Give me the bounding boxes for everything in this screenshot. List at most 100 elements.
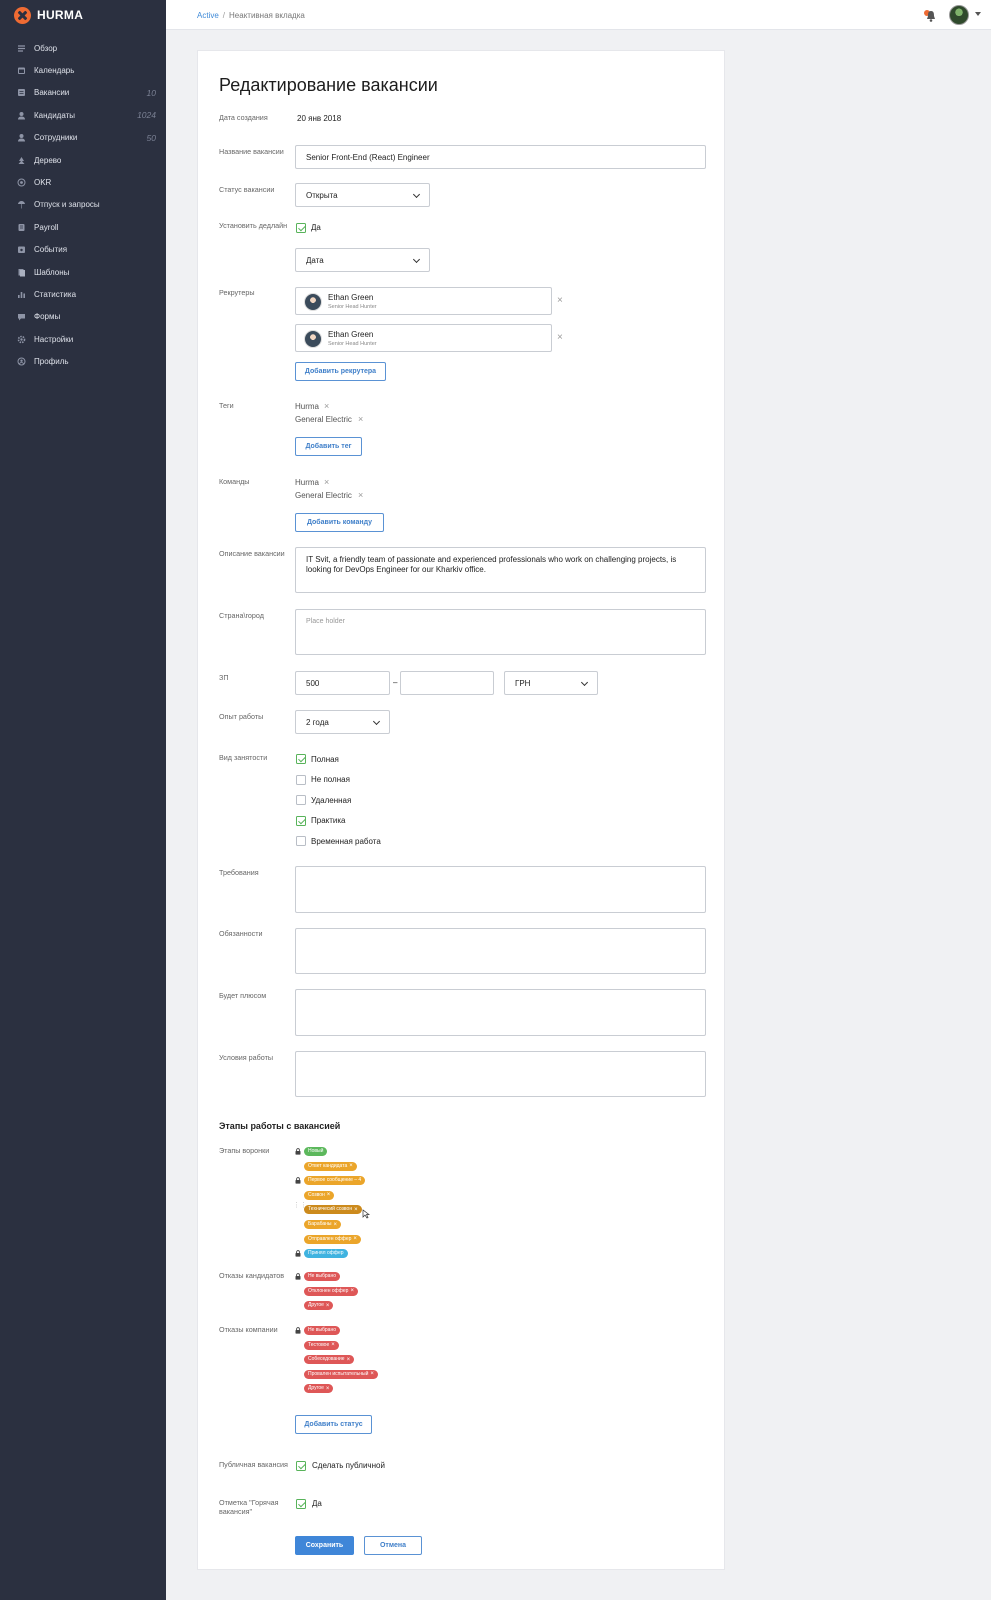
sidebar-item-employees[interactable]: Сотрудники 50 — [0, 127, 166, 149]
sidebar-item-events[interactable]: События — [0, 239, 166, 261]
statistics-icon — [17, 290, 26, 299]
vacancy-edit-form: Редактирование вакансии Дата создания 20… — [197, 50, 725, 1570]
description-textarea[interactable]: IT Svit, a friendly team of passionate a… — [295, 547, 706, 593]
remove-status-close-icon[interactable]: × — [331, 1342, 335, 1348]
funnel-stage-pill[interactable]: Созвон × — [304, 1190, 335, 1200]
sidebar-item-calendar[interactable]: Календарь — [0, 59, 166, 81]
remove-status-close-icon[interactable]: × — [349, 1163, 353, 1169]
sidebar-item-statistics[interactable]: Статистика — [0, 283, 166, 305]
lock-icon — [295, 1148, 301, 1155]
company-refusal-pill[interactable]: Собеседование × — [304, 1355, 355, 1365]
cancel-button[interactable]: Отмена — [364, 1536, 422, 1555]
sidebar-item-candidates[interactable]: Кандидаты 1024 — [0, 104, 166, 126]
remove-tag-close-icon[interactable]: × — [324, 402, 329, 411]
deadline-checkbox[interactable] — [296, 223, 306, 233]
remove-status-close-icon[interactable]: × — [353, 1236, 357, 1242]
breadcrumb-active-link[interactable]: Active — [197, 11, 219, 20]
candidate-refusal-pill[interactable]: Отклонен оффер × — [304, 1286, 358, 1296]
remove-status-close-icon[interactable]: × — [326, 1386, 330, 1392]
conditions-textarea[interactable] — [295, 1051, 706, 1097]
logo[interactable]: HURMA — [0, 0, 166, 30]
duties-textarea[interactable] — [295, 928, 706, 974]
vacancy-name-input[interactable]: Senior Front-End (React) Engineer — [295, 145, 706, 169]
employment-checkbox[interactable] — [296, 754, 306, 764]
candidate-refusal-pill-label: Отклонен оффер — [308, 1287, 349, 1294]
add-status-button[interactable]: Добавить статус — [295, 1415, 372, 1434]
recruiter-card[interactable]: Ethan Green Senior Head Hunter — [295, 287, 552, 315]
company-refusal-pill[interactable]: Не выбрано — [304, 1326, 340, 1335]
funnel-stage-pill[interactable]: Принял оффер — [304, 1249, 348, 1259]
status-select[interactable]: Открыта — [295, 183, 430, 207]
company-refusal-pill[interactable]: Другое × — [304, 1384, 334, 1394]
employment-checkbox[interactable] — [296, 815, 306, 826]
remove-status-close-icon[interactable]: × — [347, 1357, 351, 1363]
vacation-icon — [17, 200, 26, 209]
remove-team-close-icon[interactable]: × — [358, 491, 363, 500]
sidebar-nav: Обзор Календарь Вакансии 10 Кандидаты 1024 Сот… — [0, 37, 166, 373]
funnel-stage-pill[interactable]: Первое сообщение – 4 — [304, 1176, 366, 1186]
sidebar-item-forms[interactable]: Формы — [0, 306, 166, 328]
company-refusal-pill[interactable]: Тестовое × — [304, 1340, 339, 1350]
save-button[interactable]: Сохранить — [295, 1536, 354, 1555]
remove-status-close-icon[interactable]: × — [326, 1303, 330, 1309]
hot-checkbox[interactable] — [296, 1499, 306, 1509]
employment-checkbox[interactable] — [296, 836, 306, 847]
remove-status-close-icon[interactable]: × — [354, 1207, 358, 1213]
plus-textarea[interactable] — [295, 989, 706, 1036]
lock-icon — [295, 1327, 301, 1334]
funnel-stage-pill[interactable]: Отправлен оффер × — [304, 1234, 361, 1244]
funnel-stage-pill[interactable]: Барабаны × — [304, 1220, 342, 1229]
remove-status-close-icon[interactable]: × — [370, 1371, 374, 1377]
sidebar-item-overview[interactable]: Обзор — [0, 37, 166, 59]
salary-label: ЗП — [219, 673, 229, 682]
sidebar-item-vacation[interactable]: Отпуск и запросы — [0, 194, 166, 216]
team-item: General Electric — [295, 491, 352, 500]
requirements-textarea[interactable] — [295, 866, 706, 913]
recruiter-card[interactable]: Ethan Green Senior Head Hunter — [295, 324, 552, 352]
remove-status-close-icon[interactable]: × — [334, 1222, 338, 1228]
deadline-select[interactable]: Дата — [295, 248, 430, 272]
public-checkbox-label: Сделать публичной — [312, 1461, 385, 1470]
sidebar-item-label: Обзор — [34, 43, 58, 53]
public-checkbox[interactable] — [296, 1461, 306, 1471]
sidebar-item-vacancies[interactable]: Вакансии 10 — [0, 82, 166, 104]
lock-icon — [295, 1177, 301, 1184]
remove-team-close-icon[interactable]: × — [324, 478, 329, 487]
remove-recruiter-close-icon[interactable]: × — [557, 296, 563, 306]
employees-icon — [17, 133, 26, 142]
employment-checkbox[interactable] — [296, 774, 306, 785]
add-team-button[interactable]: Добавить команду — [295, 513, 384, 532]
remove-status-close-icon[interactable]: × — [327, 1192, 331, 1198]
sidebar-item-tree[interactable]: Дерево — [0, 149, 166, 171]
sidebar-item-templates[interactable]: Шаблоны — [0, 261, 166, 283]
currency-select[interactable]: ГРН — [504, 671, 598, 695]
experience-select[interactable]: 2 года — [295, 710, 390, 734]
company-refusal-pill[interactable]: Провален испытательный × — [304, 1369, 378, 1379]
notification-icon[interactable] — [924, 8, 936, 22]
funnel-stage-pill[interactable]: Ответ кандидата × — [304, 1161, 357, 1171]
candidate-refusals-label: Отказы кандидатов — [219, 1271, 285, 1280]
employment-checkbox[interactable] — [296, 795, 306, 806]
salary-to-input[interactable] — [400, 671, 494, 695]
remove-status-close-icon[interactable]: × — [350, 1288, 354, 1294]
funnel-stage-pill[interactable]: Новый — [304, 1147, 328, 1156]
sidebar-item-profile[interactable]: Профиль — [0, 350, 166, 372]
company-refusal-pill-label: Провален испытательный — [308, 1370, 369, 1377]
sidebar-item-label: Вакансии — [34, 88, 70, 98]
remove-recruiter-close-icon[interactable]: × — [557, 333, 563, 343]
location-textarea[interactable]: Place holder — [295, 609, 706, 655]
avatar — [304, 330, 322, 348]
sidebar-item-okr[interactable]: OKR — [0, 171, 166, 193]
chevron-down-icon[interactable] — [975, 12, 981, 16]
breadcrumb: Active / Неактивная вкладка — [197, 11, 305, 20]
candidate-refusal-pill[interactable]: Другое × — [304, 1301, 334, 1311]
sidebar-item-gear[interactable]: Настройки — [0, 328, 166, 350]
sidebar-item-payroll[interactable]: Payroll — [0, 216, 166, 238]
remove-tag-close-icon[interactable]: × — [358, 415, 363, 424]
salary-from-input[interactable]: 500 — [295, 671, 390, 695]
add-tag-button[interactable]: Добавить тег — [295, 437, 362, 456]
candidate-refusal-pill[interactable]: Не выбрано — [304, 1272, 340, 1281]
funnel-stage-pill[interactable]: Техничесий созвон × — [304, 1205, 362, 1215]
add-recruiter-button[interactable]: Добавить рекрутера — [295, 362, 386, 381]
user-avatar[interactable] — [949, 5, 969, 25]
